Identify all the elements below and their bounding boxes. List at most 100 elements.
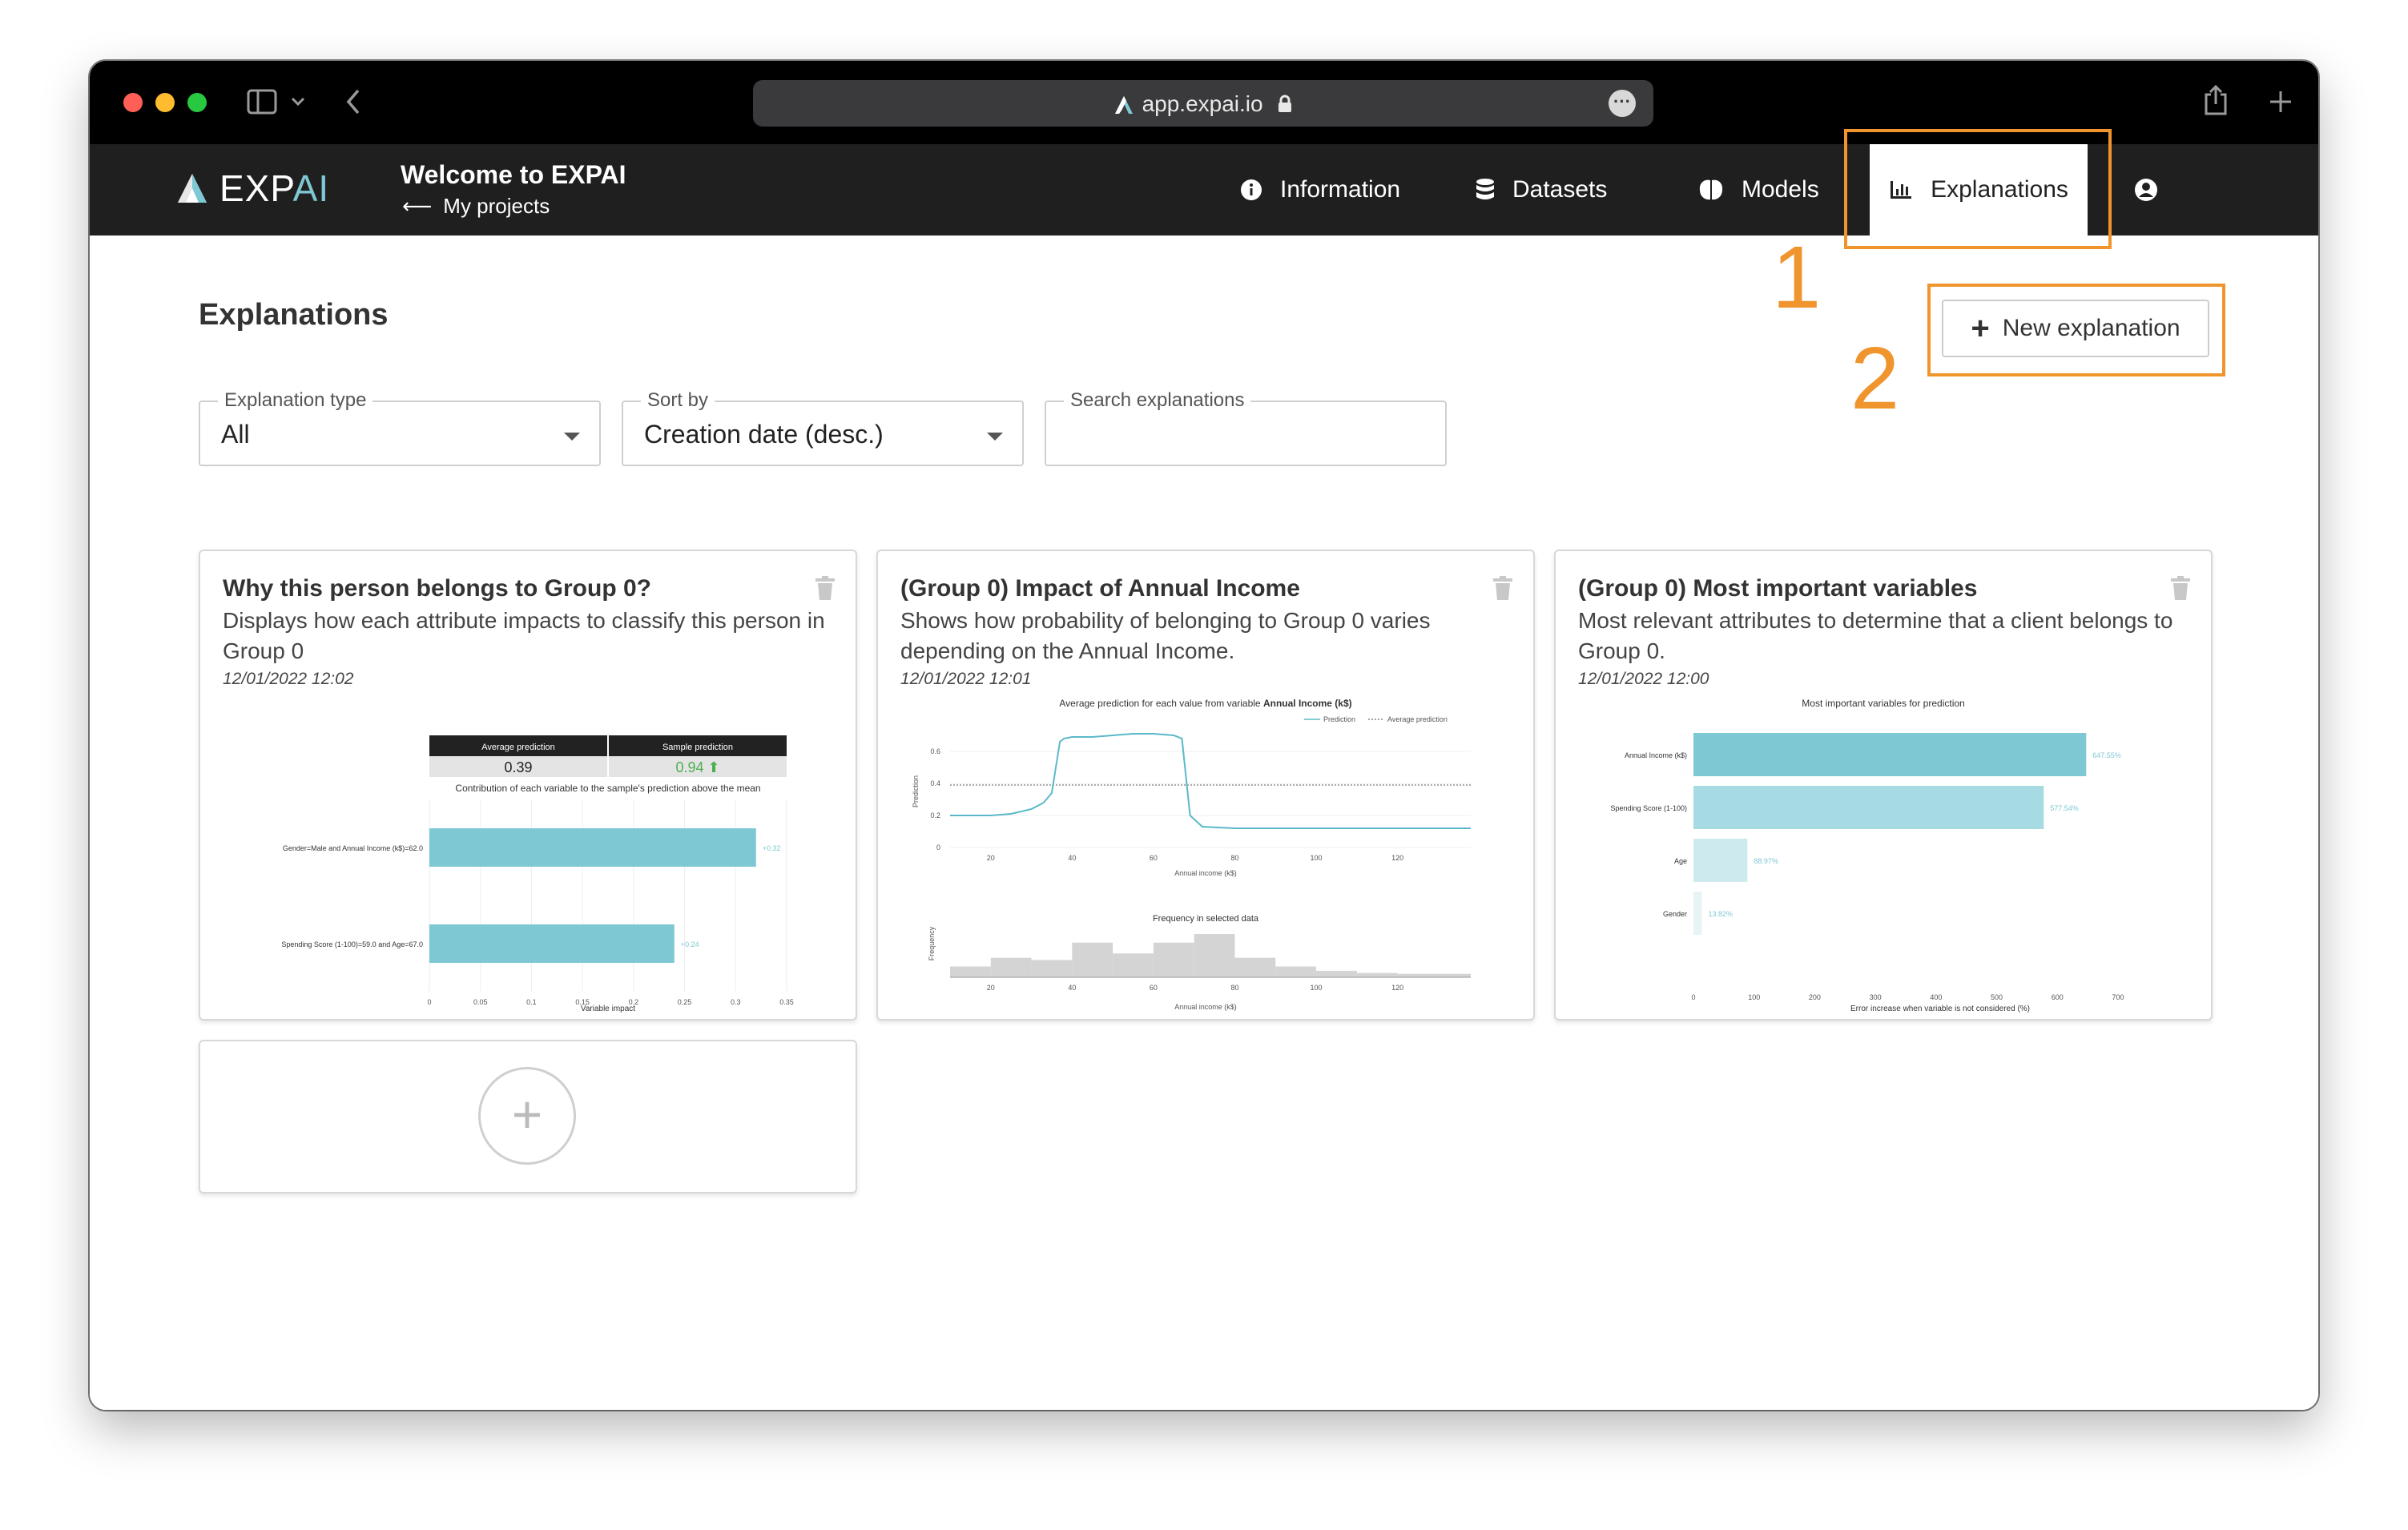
project-title: Welcome to EXPAI (401, 160, 626, 189)
x-tick-label: 400 (1930, 993, 1942, 1001)
nav-models[interactable]: Models (1698, 144, 1819, 236)
sort-by-label: Sort by (641, 389, 715, 412)
importance-bar (1693, 733, 2087, 776)
brain-icon (1699, 179, 1723, 200)
importance-bar (1693, 839, 1748, 882)
share-icon[interactable] (2203, 83, 2229, 117)
legend-prediction-label: Prediction (1323, 715, 1355, 723)
x-tick-label: 120 (1391, 854, 1403, 862)
add-explanation-card[interactable]: + (199, 1040, 857, 1194)
chart-title-variable: Annual Income (k$) (1263, 698, 1352, 709)
y-tick-label: 0.6 (930, 747, 940, 755)
card-date: 12/01/2022 12:01 (900, 670, 1032, 688)
address-bar-text: app.expai.io (753, 91, 1653, 117)
more-options-icon[interactable]: ··· (1609, 90, 1636, 117)
search-explanations-label: Search explanations (1064, 389, 1251, 412)
histogram-bar (950, 966, 991, 977)
site-favicon-icon (1114, 96, 1133, 114)
x-axis-label: Annual income (k$) (1174, 869, 1237, 877)
nav-models-label: Models (1742, 176, 1819, 203)
histogram-x-tick-label: 100 (1311, 984, 1323, 992)
bar-category-label: Age (1674, 857, 1687, 865)
nav-information-label: Information (1280, 176, 1401, 203)
bar-category-label: Spending Score (1-100)=59.0 and Age=67.0 (281, 940, 423, 948)
bar-value-label: +0.24 (681, 940, 699, 948)
annual-income-dependence-chart: Average prediction for each value from v… (912, 698, 1471, 1011)
browser-window: app.expai.io ··· EXPAI Welcome to EXPAI … (90, 61, 2318, 1410)
importance-bar (1693, 892, 1702, 935)
database-icon (1476, 179, 1494, 199)
chart-title-prefix: Average prediction for each value from v… (1059, 698, 1263, 709)
explanation-type-select[interactable]: Explanation type All (199, 389, 601, 466)
x-tick-label: 40 (1068, 854, 1076, 862)
sort-by-value: Creation date (desc.) (644, 420, 884, 449)
new-tab-icon[interactable] (2269, 90, 2293, 114)
sample-prediction-label: Sample prediction (662, 743, 733, 752)
histogram-x-tick-label: 40 (1068, 984, 1076, 992)
x-tick-label: 200 (1809, 993, 1821, 1001)
x-axis-label: Error increase when variable is not cons… (1850, 1005, 2030, 1013)
histogram-x-tick-label: 20 (987, 984, 995, 992)
explanation-type-value: All (221, 420, 250, 449)
maximize-window-button[interactable] (187, 93, 207, 112)
x-tick-label: 0.3 (731, 998, 741, 1006)
dropdown-arrow-icon (564, 433, 580, 441)
histogram-bar (1153, 942, 1194, 977)
explanation-card[interactable]: Why this person belongs to Group 0? Disp… (199, 550, 857, 1021)
my-projects-link[interactable]: ⟵ My projects (402, 194, 550, 219)
x-tick-label: 100 (1748, 993, 1760, 1001)
histogram-bar (1316, 970, 1357, 977)
histogram-x-axis-label: Annual income (k$) (1174, 1003, 1237, 1011)
explanation-card[interactable]: (Group 0) Impact of Annual Income Shows … (876, 550, 1535, 1021)
x-tick-label: 20 (987, 854, 995, 862)
importance-bar (1693, 786, 2044, 829)
bar-value-label: 577.54% (2050, 804, 2079, 812)
contribution-bar (429, 828, 756, 867)
trash-icon[interactable] (1492, 575, 1514, 601)
user-account-icon[interactable] (2134, 178, 2158, 202)
x-tick-label: 500 (1991, 993, 2003, 1001)
y-tick-label: 0.4 (930, 779, 940, 787)
my-projects-label: My projects (443, 194, 550, 218)
card-title: (Group 0) Impact of Annual Income (900, 575, 1300, 602)
x-tick-label: 0.1 (526, 998, 537, 1006)
main-content: Explanations + New explanation Explanatio… (90, 236, 2318, 1410)
histogram-bar (1356, 972, 1398, 977)
close-window-button[interactable] (123, 93, 143, 112)
histogram-bar (1031, 960, 1073, 977)
avg-prediction-value: 0.39 (504, 759, 532, 775)
nav-datasets[interactable]: Datasets (1476, 144, 1607, 236)
address-bar[interactable]: app.expai.io ··· (753, 80, 1653, 127)
trash-icon[interactable] (814, 575, 836, 601)
histogram-bar (1397, 973, 1471, 977)
histogram-x-tick-label: 60 (1150, 984, 1158, 992)
trash-icon[interactable] (2169, 575, 2192, 601)
expai-logo[interactable]: EXPAI (176, 167, 329, 209)
highlight-box-new-explanation (1927, 284, 2225, 376)
histogram-bar (1234, 957, 1276, 977)
minimize-window-button[interactable] (155, 93, 175, 112)
histogram-bar (1194, 934, 1235, 977)
x-tick-label: 100 (1311, 854, 1323, 862)
y-tick-label: 0.2 (930, 811, 940, 819)
nav-information[interactable]: Information (1240, 144, 1400, 236)
contribution-bar (429, 924, 674, 963)
sort-by-select[interactable]: Sort by Creation date (desc.) (622, 389, 1024, 466)
add-plus-icon[interactable]: + (478, 1067, 576, 1165)
explanation-card[interactable]: (Group 0) Most important variables Most … (1554, 550, 2213, 1021)
dropdown-arrow-icon (987, 433, 1003, 441)
nav-datasets-label: Datasets (1512, 176, 1608, 203)
chart-title: Contribution of each variable to the sam… (455, 783, 760, 794)
avg-prediction-label: Average prediction (481, 743, 555, 752)
x-tick-label: 600 (2052, 993, 2064, 1001)
back-arrow-icon[interactable] (344, 88, 362, 115)
histogram-x-tick-label: 80 (1230, 984, 1238, 992)
bar-category-label: Gender=Male and Annual Income (k$)=62.0 (283, 844, 423, 852)
chart-title: Most important variables for prediction (1802, 698, 1964, 709)
search-explanations-input[interactable]: Search explanations (1045, 389, 1447, 466)
annotation-number-2: 2 (1850, 329, 1900, 428)
bar-category-label: Gender (1663, 910, 1687, 918)
card-description: Displays how each attribute impacts to c… (223, 608, 825, 663)
sidebar-toggle-icon[interactable] (247, 88, 279, 115)
chevron-down-icon[interactable] (290, 96, 306, 107)
